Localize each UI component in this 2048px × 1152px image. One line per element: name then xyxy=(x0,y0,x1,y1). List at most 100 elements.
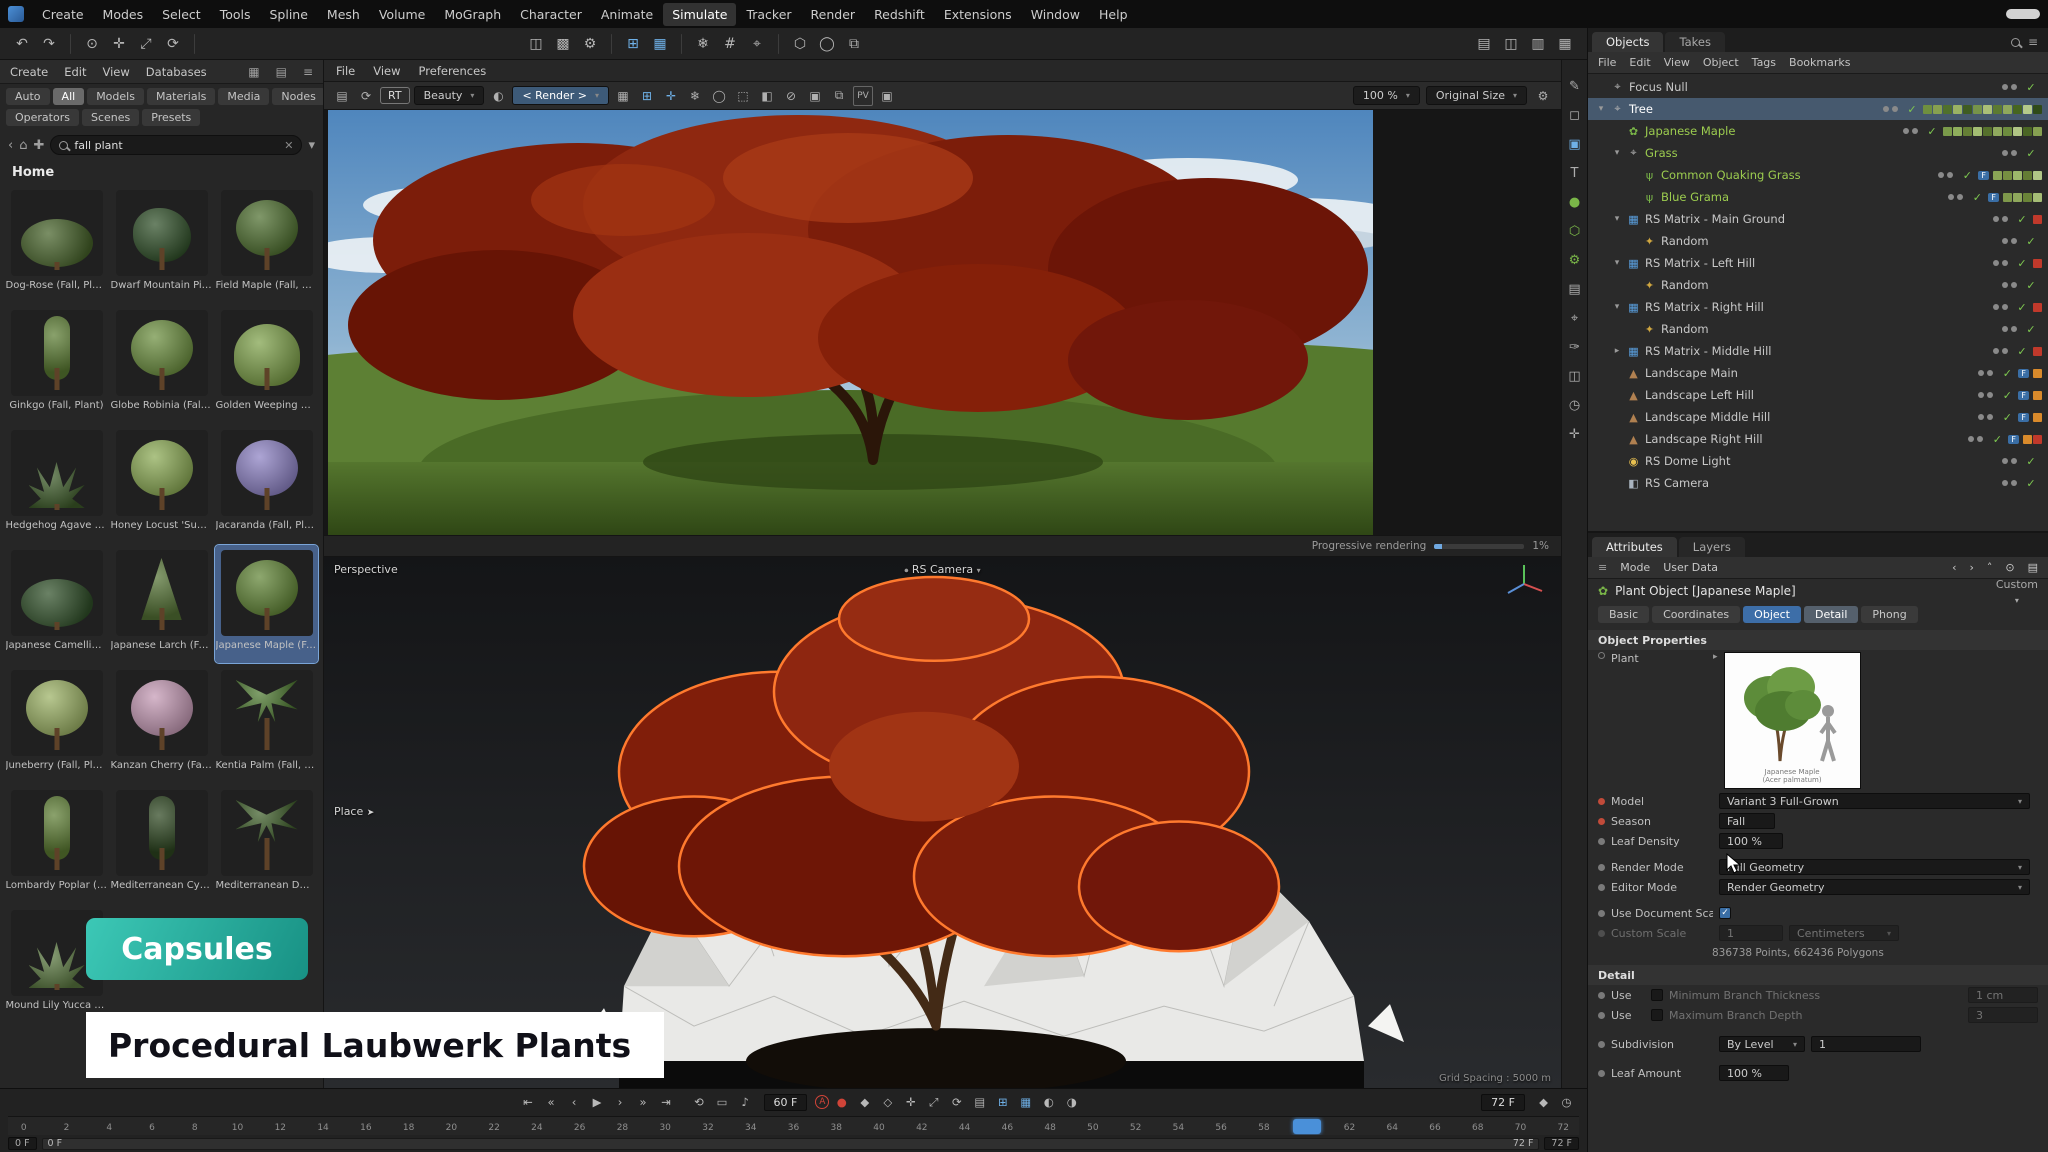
enable-check-icon[interactable]: ✓ xyxy=(2024,81,2038,94)
asset-item[interactable]: Mediterranean Cypres... xyxy=(110,785,213,903)
visibility-dots[interactable] xyxy=(1993,304,2008,310)
panel-menu-item[interactable]: Edit xyxy=(64,65,86,79)
tag-icon[interactable]: ▤ xyxy=(1565,279,1585,299)
editor-mode-dropdown[interactable]: Render Geometry▾ xyxy=(1719,879,2030,895)
filter-tab[interactable]: Auto xyxy=(6,88,50,105)
visibility-dots[interactable] xyxy=(2002,326,2017,332)
sphere-generator-icon[interactable]: ● xyxy=(1565,192,1585,212)
filter-tab[interactable]: All xyxy=(53,88,85,105)
object-label[interactable]: Tree xyxy=(1629,102,1653,116)
menu-item[interactable]: Select xyxy=(153,3,210,26)
playhead[interactable] xyxy=(1293,1119,1321,1134)
record-button[interactable]: ● xyxy=(831,1092,852,1112)
enable-check-icon[interactable]: ✓ xyxy=(2024,455,2038,468)
visibility-dots[interactable] xyxy=(1883,106,1898,112)
enable-check-icon[interactable]: ✓ xyxy=(2000,367,2014,380)
picture-viewer-icon[interactable]: PV xyxy=(853,86,873,106)
refresh-render-icon[interactable]: ⟳ xyxy=(356,86,376,106)
material-ball-icon[interactable]: ◐ xyxy=(488,86,508,106)
asset-item[interactable]: Dwarf Mountain Pine (... xyxy=(110,185,213,303)
paint-tool-icon[interactable]: ✑ xyxy=(1565,337,1585,357)
enable-check-icon[interactable]: ✓ xyxy=(2024,279,2038,292)
menu-item[interactable]: Create xyxy=(33,3,93,26)
enable-check-icon[interactable]: ✓ xyxy=(2000,389,2014,402)
breadcrumb[interactable]: Home xyxy=(0,160,323,185)
zoom-dropdown[interactable]: 100 %▾ xyxy=(1353,86,1420,105)
move-view-icon[interactable]: ✛ xyxy=(661,86,681,106)
enable-check-icon[interactable]: ✓ xyxy=(2024,235,2038,248)
filter-tab[interactable]: Nodes xyxy=(272,88,324,105)
undo-icon[interactable]: ↶ xyxy=(10,32,34,56)
list-view-icon[interactable]: ▤ xyxy=(276,65,287,79)
visibility-dots[interactable] xyxy=(1993,216,2008,222)
object-row[interactable]: Random ✓ xyxy=(1588,230,2048,252)
panel-menu-item[interactable]: Object xyxy=(1703,56,1739,69)
object-row[interactable]: Japanese Maple ✓ xyxy=(1588,120,2048,142)
object-label[interactable]: Random xyxy=(1661,322,1709,336)
search-options-icon[interactable]: ▾ xyxy=(308,138,315,153)
viewport-label[interactable]: Perspective xyxy=(334,563,398,576)
end-frame-field[interactable]: 72 F xyxy=(1481,1094,1525,1111)
menu-item[interactable]: Volume xyxy=(370,3,435,26)
visibility-dots[interactable] xyxy=(1993,348,2008,354)
layout-4-icon[interactable]: ▦ xyxy=(1553,32,1577,56)
enable-check-icon[interactable]: ✓ xyxy=(1925,125,1939,138)
visibility-dots[interactable] xyxy=(1938,172,1953,178)
use-document-scale-checkbox[interactable]: ✓ xyxy=(1719,907,1731,919)
season-field[interactable]: Fall xyxy=(1719,813,1775,829)
layout-2-icon[interactable]: ◫ xyxy=(1499,32,1523,56)
capture-icon[interactable]: ⧉ xyxy=(842,32,866,56)
lock-view-icon[interactable]: ▦ xyxy=(613,86,633,106)
visibility-dots[interactable] xyxy=(1903,128,1918,134)
panel-menu-item[interactable]: File xyxy=(336,64,355,78)
menu-item[interactable]: Redshift xyxy=(865,3,934,26)
filter-tab[interactable]: Materials xyxy=(147,88,215,105)
asset-item[interactable]: Globe Robinia (Fall, Pl... xyxy=(110,305,213,423)
panel-menu-item[interactable]: Create xyxy=(10,65,48,79)
forward-arrow-icon[interactable]: › xyxy=(1969,561,1973,574)
sound-icon[interactable]: ♪ xyxy=(735,1092,756,1112)
next-frame-button[interactable]: › xyxy=(610,1092,631,1112)
plant-preview-thumbnail[interactable]: Japanese Maple (Acer palmatum) xyxy=(1724,652,1861,789)
range-slider[interactable]: 0 F 72 F xyxy=(42,1138,1540,1150)
sep-1[interactable] xyxy=(70,34,71,54)
menu-item[interactable]: Tracker xyxy=(737,3,800,26)
clear-search-icon[interactable]: ✕ xyxy=(284,139,293,152)
expand-arrow-icon[interactable]: ▾ xyxy=(1596,104,1606,114)
panel-menu-icon[interactable]: ≡ xyxy=(303,65,313,79)
range-start-handle[interactable]: 0 F xyxy=(48,1138,63,1149)
freeze-icon[interactable]: ❄ xyxy=(685,86,705,106)
film-strip-icon[interactable]: ▤ xyxy=(332,86,352,106)
object-row[interactable]: RS Camera ✓ xyxy=(1588,472,2048,494)
filter-tab[interactable]: Models xyxy=(87,88,144,105)
visibility-dots[interactable] xyxy=(1978,392,1993,398)
menu-item[interactable]: Tools xyxy=(211,3,260,26)
attribute-tab-button[interactable]: Detail xyxy=(1804,606,1858,623)
object-row[interactable]: Random ✓ xyxy=(1588,318,2048,340)
enable-check-icon[interactable]: ✓ xyxy=(1960,169,1974,182)
grid-overlay-icon[interactable]: ⊞ xyxy=(637,86,657,106)
custom-scale-field[interactable]: 1 xyxy=(1719,925,1783,941)
perspective-viewport[interactable]: Perspective ⏺ RS Camera ▾ Place ➤ Grid S… xyxy=(324,557,1561,1088)
sep-5[interactable] xyxy=(778,34,779,54)
asset-item[interactable]: Jacaranda (Fall, Plant) xyxy=(215,425,318,543)
object-row[interactable]: Random ✓ xyxy=(1588,274,2048,296)
text-tool-icon[interactable]: T xyxy=(1565,163,1585,183)
record-position-icon[interactable]: ✛ xyxy=(900,1092,921,1112)
capsule-icon[interactable]: ⬡ xyxy=(1565,221,1585,241)
magnet-snap-icon[interactable]: ⊞ xyxy=(621,32,645,56)
object-row[interactable]: ▾ RS Matrix - Right Hill ✓ xyxy=(1588,296,2048,318)
filter-tab[interactable]: Scenes xyxy=(82,109,139,126)
copy-icon[interactable]: ⧉ xyxy=(829,86,849,106)
asset-item[interactable]: Hedgehog Agave (Fall... xyxy=(5,425,108,543)
object-label[interactable]: RS Dome Light xyxy=(1645,454,1730,468)
visibility-dots[interactable] xyxy=(1978,370,1993,376)
asset-item[interactable]: Japanese Maple (Fall, ... xyxy=(215,545,318,663)
menu-item[interactable]: Extensions xyxy=(935,3,1021,26)
enable-check-icon[interactable]: ✓ xyxy=(2015,345,2029,358)
range-end-handle[interactable]: 72 F xyxy=(1513,1138,1534,1149)
visibility-dots[interactable] xyxy=(2002,480,2017,486)
layout-1-icon[interactable]: ▤ xyxy=(1472,32,1496,56)
visibility-dots[interactable] xyxy=(2002,238,2017,244)
snapshot-icon[interactable]: ▣ xyxy=(805,86,825,106)
